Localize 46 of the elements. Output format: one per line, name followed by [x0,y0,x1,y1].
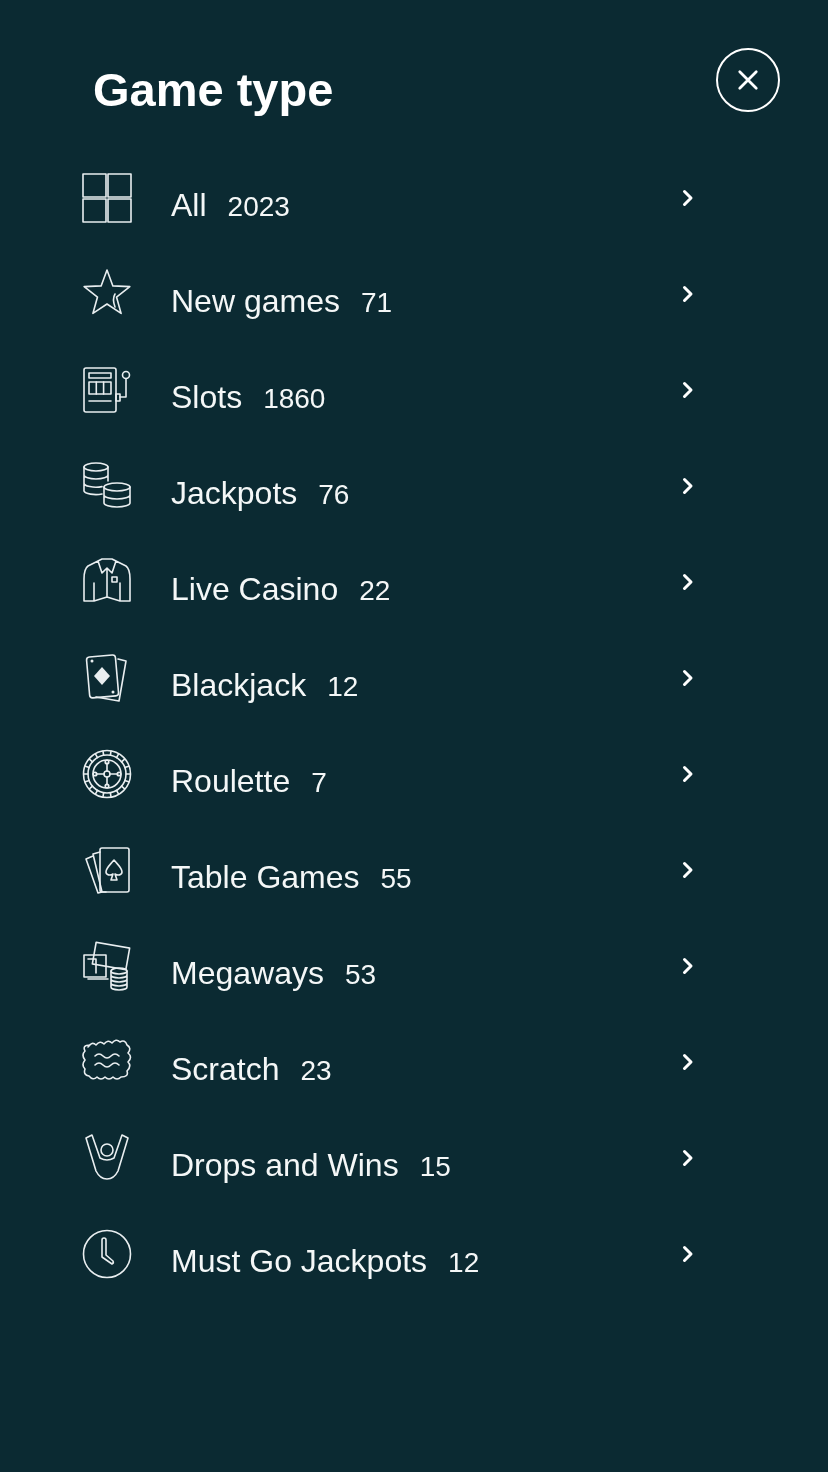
slot-machine-icon [82,365,132,415]
category-label[interactable]: Table Games [171,858,360,896]
chevron-right-icon[interactable] [682,477,694,495]
category-label[interactable]: New games [171,282,340,320]
category-label[interactable]: Drops and Wins [171,1146,399,1184]
category-label[interactable]: Must Go Jackpots [171,1242,428,1280]
category-label[interactable]: Roulette [171,762,291,800]
chevron-right-icon[interactable] [682,957,694,975]
raised-arms-icon [82,1133,132,1183]
game-count: 22 [359,574,391,607]
chevron-right-icon[interactable] [682,381,694,399]
game-count: 53 [344,958,377,991]
game-count: 15 [419,1150,451,1183]
category-label[interactable]: Live Casino [171,570,339,608]
game-count: 55 [380,862,412,895]
grid-icon [82,173,132,223]
game-count: 12 [448,1246,480,1279]
close-icon [737,69,759,91]
chevron-right-icon[interactable] [682,1053,694,1071]
category-label[interactable]: All [171,186,207,224]
banknote-coins-icon [82,941,132,991]
coin-stack-icon [82,461,132,511]
chevron-right-icon[interactable] [682,765,694,783]
chevron-right-icon[interactable] [682,669,694,687]
category-label[interactable]: Slots [171,378,243,416]
chevron-right-icon[interactable] [682,1149,694,1167]
close-button[interactable] [716,48,780,112]
playing-cards-icon [82,845,132,895]
clock-icon [82,1229,132,1279]
roulette-wheel-icon [82,749,132,799]
game-count: 2023 [227,190,290,223]
chevron-right-icon[interactable] [682,861,694,879]
game-count: 12 [327,670,359,703]
game-count: 76 [318,478,350,511]
game-count: 23 [300,1054,332,1087]
game-count: 7 [311,766,327,799]
chevron-right-icon[interactable] [682,285,694,303]
category-label[interactable]: Megaways [171,954,324,992]
chevron-right-icon[interactable] [682,1245,694,1263]
game-count: 71 [360,286,393,319]
chevron-right-icon[interactable] [682,189,694,207]
chevron-right-icon[interactable] [682,573,694,591]
category-label[interactable]: Scratch [171,1050,280,1088]
category-label[interactable]: Blackjack [171,666,307,704]
game-count: 1860 [263,382,326,415]
category-label[interactable]: Jackpots [171,474,298,512]
